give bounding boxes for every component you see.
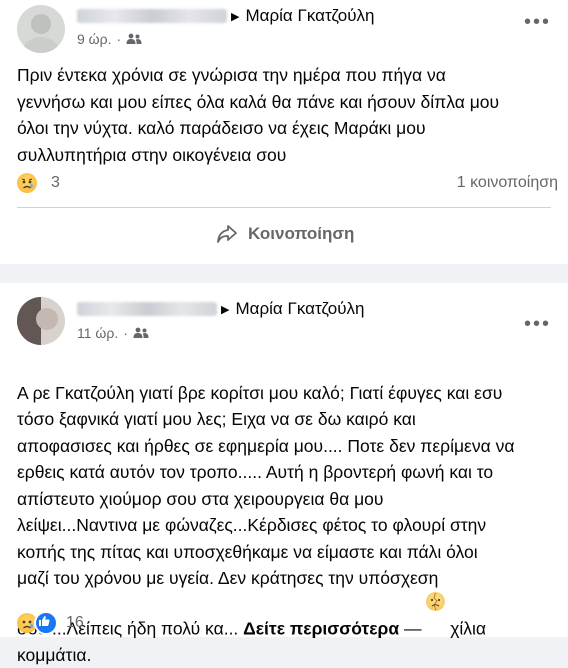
author-avatar[interactable] xyxy=(17,5,65,53)
post-header: ▶ Μαρία Γκατζούλη xyxy=(77,299,364,319)
post-card-2: ▶ Μαρία Γκατζούλη 11 ώρ. · ••• Α ρε Γκατ… xyxy=(0,283,568,665)
reaction-count: 16 xyxy=(66,614,84,631)
author-name-redacted[interactable] xyxy=(77,9,227,23)
share-arrow-icon xyxy=(217,225,237,243)
see-more-link[interactable]: Δείτε περισσότερα xyxy=(243,618,399,638)
share-count[interactable]: 1 κοινοποίηση xyxy=(457,174,558,192)
post-meta: 9 ώρ. · xyxy=(77,31,142,47)
post-card-1: ▶ Μαρία Γκατζούλη 9 ώρ. · ••• Πριν έντεκ… xyxy=(0,0,568,264)
more-options-icon[interactable]: ••• xyxy=(524,314,551,334)
post-timestamp[interactable]: 11 ώρ. xyxy=(77,325,118,341)
post-meta: 11 ώρ. · xyxy=(77,325,149,341)
feeling-broken-icon xyxy=(426,591,446,611)
reaction-count: 3 xyxy=(51,174,60,191)
post-timestamp[interactable]: 9 ώρ. xyxy=(77,31,111,47)
separator: · xyxy=(116,31,122,47)
divider xyxy=(17,207,551,208)
share-button[interactable]: Κοινοποίηση xyxy=(216,224,354,244)
friends-icon xyxy=(133,327,149,338)
friends-icon xyxy=(126,33,142,44)
sad-reaction-icon xyxy=(17,173,37,193)
post-body: Α ρε Γκατζούλη γιατί βρε κορίτσι μου καλ… xyxy=(17,353,562,668)
profile-link[interactable]: Μαρία Γκατζούλη xyxy=(245,6,374,26)
triangle-right-icon: ▶ xyxy=(221,303,230,316)
separator: · xyxy=(123,325,128,341)
reactions-summary[interactable]: 16 xyxy=(17,611,84,635)
post-header: ▶ Μαρία Γκατζούλη xyxy=(77,6,374,26)
like-reaction-icon xyxy=(34,611,58,635)
author-avatar[interactable] xyxy=(17,297,65,345)
share-label: Κοινοποίηση xyxy=(248,224,355,243)
profile-link[interactable]: Μαρία Γκατζούλη xyxy=(235,299,364,319)
more-options-icon[interactable]: ••• xyxy=(524,12,551,32)
author-name-redacted[interactable] xyxy=(77,302,217,316)
reactions-summary[interactable]: 3 xyxy=(17,173,60,193)
avatar-photo-icon xyxy=(17,5,65,53)
avatar-photo-icon xyxy=(17,297,65,345)
em-dash: — xyxy=(399,618,427,638)
triangle-right-icon: ▶ xyxy=(231,10,240,23)
post-body: Πριν έντεκα χρόνια σε γνώρισα την ημέρα … xyxy=(17,65,500,165)
